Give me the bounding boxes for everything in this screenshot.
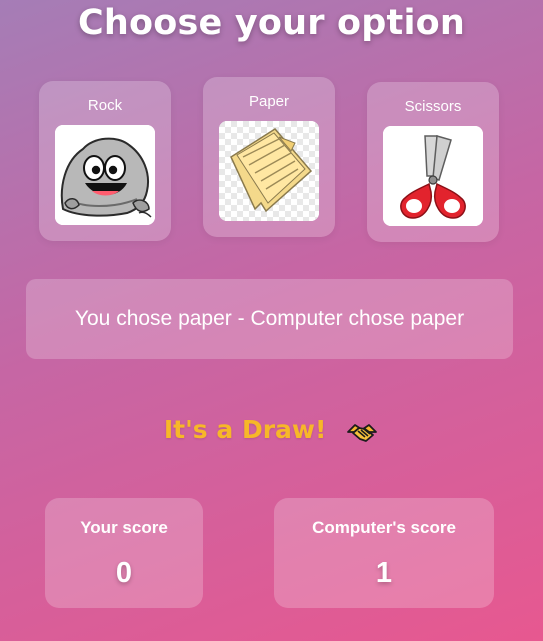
handshake-icon-graphic	[347, 424, 378, 442]
outcome-text: It's a Draw!	[163, 415, 327, 444]
computer-score-value: 1	[375, 557, 393, 589]
scissors-icon[interactable]	[383, 126, 483, 226]
option-scissors-label: Scissors	[404, 98, 462, 115]
result-text: You chose paper - Computer chose paper	[74, 307, 465, 330]
paper-icon-graphic	[219, 121, 319, 221]
your-score-value: 0	[115, 557, 133, 589]
page-title: Choose your option	[77, 3, 466, 43]
option-scissors-card[interactable]: Scissors	[367, 82, 499, 242]
handshake-icon	[345, 413, 379, 447]
option-rock-label: Rock	[87, 97, 123, 114]
outcome-message: It's a Draw!	[0, 412, 543, 448]
rock-icon[interactable]	[55, 125, 155, 225]
option-paper-card[interactable]: Paper	[203, 77, 335, 237]
option-rock-card[interactable]: Rock	[39, 81, 171, 241]
computer-score-card: Computer's score 1	[274, 498, 494, 608]
scissors-icon-graphic	[383, 126, 483, 226]
paper-icon[interactable]	[219, 121, 319, 221]
your-score-label: Your score	[80, 518, 168, 537]
result-panel: You chose paper - Computer chose paper	[26, 279, 513, 359]
option-paper-label: Paper	[248, 93, 290, 110]
your-score-card: Your score 0	[45, 498, 203, 608]
rock-icon-graphic	[55, 125, 155, 225]
computer-score-label: Computer's score	[312, 518, 456, 537]
